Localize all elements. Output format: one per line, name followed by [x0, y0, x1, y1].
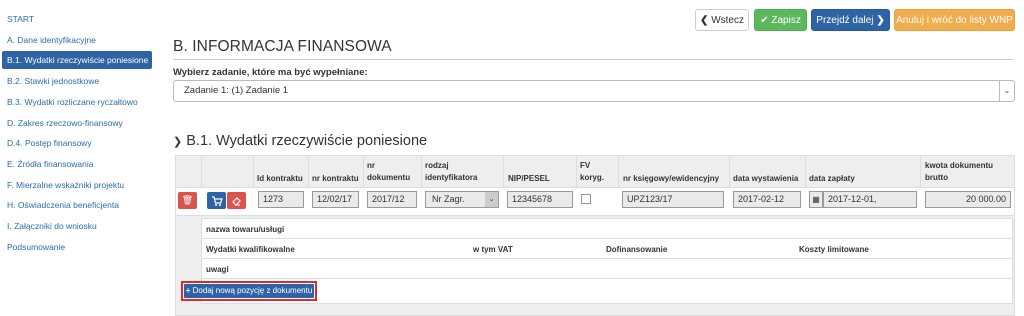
col-koszty-limitowane: Koszty limitowane: [799, 245, 869, 254]
chevron-right-icon: ❯: [876, 15, 885, 26]
col-data-wystawienia: data wystawienia: [733, 174, 799, 183]
next-button[interactable]: Przejdź dalej ❯: [811, 9, 890, 31]
id-kontraktu-field[interactable]: 1273: [258, 191, 304, 208]
rodzaj-identyfikatora-value: Nr Zagr.: [432, 194, 465, 204]
cart-icon: [212, 196, 223, 206]
sidebar-item-oswiadczenia[interactable]: H. Oświadczenia beneficjenta: [2, 196, 152, 214]
sidebar-item-zrodla-finansowania[interactable]: E. Źródła finansowania: [2, 155, 152, 173]
add-item-button-label: Dodaj nową pozycję z dokumentu: [192, 286, 313, 295]
nr-dokumentu-field[interactable]: 2017/12: [367, 191, 417, 208]
sidebar-item-stawki-jednostkowe[interactable]: B.2. Stawki jednostkowe: [2, 72, 152, 90]
plus-icon: +: [185, 286, 191, 295]
sidebar-item-postep-finansowy[interactable]: D.4. Postęp finansowy: [2, 134, 152, 152]
nr-ksiegowy-field[interactable]: UPZ123/17: [622, 191, 724, 208]
sidebar-item-podsumowanie[interactable]: Podsumowanie: [2, 238, 152, 256]
col-id-kontraktu: Id kontraktu: [257, 174, 303, 183]
col-kwota-brutto: kwota dokumentu brutto: [925, 161, 994, 182]
sidebar: START A. Dane identyfikacyjne B.1. Wydat…: [0, 0, 160, 316]
chevron-down-icon: ⌄: [485, 192, 498, 207]
cart-button[interactable]: [207, 192, 226, 209]
subsection-title: ❯ B.1. Wydatki rzeczywiście poniesione: [173, 133, 427, 149]
task-select[interactable]: Zadanie 1: (1) Zadanie 1 ⌄: [173, 80, 1015, 102]
col-nr-kontraktu: nr kontraktu: [312, 174, 359, 183]
add-item-button-inner: + Dodaj nową pozycję z dokumentu: [184, 284, 314, 298]
cancel-return-button[interactable]: Anuluj i wróć do listy WNP: [894, 9, 1015, 31]
sidebar-item-wydatki-ryczaltowo[interactable]: B.3. Wydatki rozliczane ryczałtowo: [2, 93, 152, 111]
task-select-value: Zadanie 1: (1) Zadanie 1: [184, 85, 289, 96]
task-select-label: Wybierz zadanie, które ma być wypełniane…: [173, 67, 368, 78]
add-item-button[interactable]: + Dodaj nową pozycję z dokumentu: [181, 281, 317, 301]
back-button[interactable]: ❮ Wstecz: [695, 9, 749, 31]
page-title: B. INFORMACJA FINANSOWA: [173, 38, 1013, 60]
uwagi-label: uwagi: [206, 265, 229, 274]
col-fv-koryg: FV koryg.: [580, 161, 605, 182]
calendar-icon[interactable]: ▦: [809, 191, 823, 208]
nazwa-towaru-label: nazwa towaru/usługi: [206, 225, 285, 234]
col-nip-pesel: NIP/PESEL: [508, 174, 550, 183]
chevron-right-small-icon: ❯: [173, 136, 183, 148]
save-button[interactable]: ✔ Zapisz: [754, 9, 807, 31]
col-rodzaj-identyfikatora: rodzaj identyfikatora: [425, 161, 478, 182]
col-nr-ksiegowy: nr księgowy/ewidencyjny: [623, 174, 720, 183]
save-button-label: Zapisz: [771, 15, 801, 26]
col-w-tym-vat: w tym VAT: [473, 245, 513, 254]
item-detail-panel: [201, 218, 1013, 304]
sidebar-item-dane-identyfikacyjne[interactable]: A. Dane identyfikacyjne: [2, 31, 152, 49]
nr-kontraktu-field[interactable]: 12/02/17: [312, 191, 359, 208]
sidebar-item-wydatki-poniesione[interactable]: B.1. Wydatki rzeczywiście poniesione: [2, 51, 152, 69]
eraser-icon: [232, 197, 241, 206]
col-dofinansowanie: Dofinansowanie: [606, 245, 668, 254]
delete-row-button[interactable]: 🗑: [178, 192, 197, 209]
check-icon: ✔: [760, 15, 769, 26]
next-button-label: Przejdź dalej: [816, 15, 874, 26]
nip-pesel-field[interactable]: 12345678: [507, 191, 573, 208]
data-zaplaty-field[interactable]: 2017-12-01,: [823, 191, 917, 208]
sidebar-item-start[interactable]: START: [2, 10, 152, 28]
col-wydatki-kwalifikowalne: Wydatki kwalifikowalne: [206, 245, 295, 254]
back-button-label: Wstecz: [711, 15, 744, 26]
chevron-left-icon: ❮: [700, 15, 709, 26]
sidebar-item-wskazniki[interactable]: F. Mierzalne wskaźniki projektu: [2, 176, 152, 194]
col-data-zaplaty: data zapłaty: [809, 174, 855, 183]
kwota-brutto-field[interactable]: 20 000.00: [925, 191, 1011, 208]
trash-icon: 🗑: [181, 195, 194, 205]
cancel-button-label: Anuluj i wróć do listy WNP: [896, 15, 1013, 26]
fv-koryg-checkbox[interactable]: [581, 194, 591, 204]
subsection-title-text: B.1. Wydatki rzeczywiście poniesione: [186, 133, 428, 149]
rodzaj-identyfikatora-select[interactable]: Nr Zagr. ⌄: [425, 191, 499, 208]
col-nr-dokumentu: nr dokumentu: [367, 161, 411, 182]
data-wystawienia-field[interactable]: 2017-02-12: [733, 191, 801, 208]
chevron-down-icon: ⌄: [999, 81, 1014, 101]
remove-cart-button[interactable]: [227, 192, 246, 209]
sidebar-item-zalaczniki[interactable]: I. Załączniki do wniosku: [2, 217, 152, 235]
sidebar-item-zakres-rzeczowo-finansowy[interactable]: D. Zakres rzeczowo-finansowy: [2, 114, 152, 132]
